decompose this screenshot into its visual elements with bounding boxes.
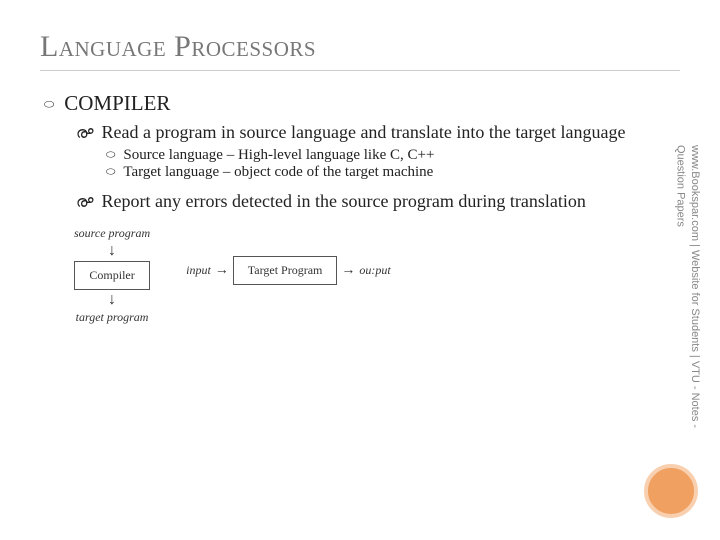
sidebar-watermark: www.Bookspar.com | Website for Students …: [673, 145, 702, 455]
swirl-bullet-icon: ൙: [76, 194, 94, 212]
arrow-right-icon: →: [341, 263, 355, 279]
level3-group: ⬭ Source language – High-level language …: [106, 147, 680, 181]
diagram-label-input: input: [186, 263, 211, 278]
swirl-bullet-icon: ൙: [76, 125, 94, 143]
compiler-diagram: source program ↓ Compiler ↓ target progr…: [74, 226, 150, 325]
level2-group: ൙ Read a program in source language and …: [76, 122, 680, 212]
ring-bullet-icon: ⬭: [44, 97, 54, 112]
sub-bullet-text: Target language – object code of the tar…: [123, 164, 433, 181]
diagram-label-output: ou:put: [359, 263, 390, 278]
arrow-right-icon: →: [215, 263, 229, 279]
ring-bullet-icon: ⬭: [106, 149, 115, 162]
bullet-text: Report any errors detected in the source…: [102, 191, 586, 212]
bullet-text: Read a program in source language and tr…: [102, 122, 626, 143]
diagram-label-target: target program: [76, 310, 149, 325]
target-program-diagram: input → Target Program → ou:put: [186, 256, 391, 285]
sub-bullet-text: Source language – High-level language li…: [123, 147, 434, 164]
diagram-box-compiler: Compiler: [74, 261, 149, 290]
section-heading: ⬭ COMPILER: [44, 91, 680, 116]
diagram-label-source: source program: [74, 226, 150, 241]
bullet-item: ൙ Report any errors detected in the sour…: [76, 191, 680, 212]
slide: Language Processors ⬭ COMPILER ൙ Read a …: [0, 0, 720, 540]
slide-body: ⬭ COMPILER ൙ Read a program in source la…: [40, 91, 680, 325]
diagram-box-target: Target Program: [233, 256, 338, 285]
sub-bullet-item: ⬭ Source language – High-level language …: [106, 147, 680, 164]
section-label: COMPILER: [64, 91, 170, 116]
slide-title: Language Processors: [40, 30, 680, 71]
ring-bullet-icon: ⬭: [106, 166, 115, 179]
arrow-down-icon: ↓: [108, 243, 116, 259]
decorative-circle-icon: [644, 464, 698, 518]
arrow-down-icon: ↓: [108, 292, 116, 308]
diagrams-area: source program ↓ Compiler ↓ target progr…: [74, 226, 680, 325]
sub-bullet-item: ⬭ Target language – object code of the t…: [106, 164, 680, 181]
bullet-item: ൙ Read a program in source language and …: [76, 122, 680, 143]
